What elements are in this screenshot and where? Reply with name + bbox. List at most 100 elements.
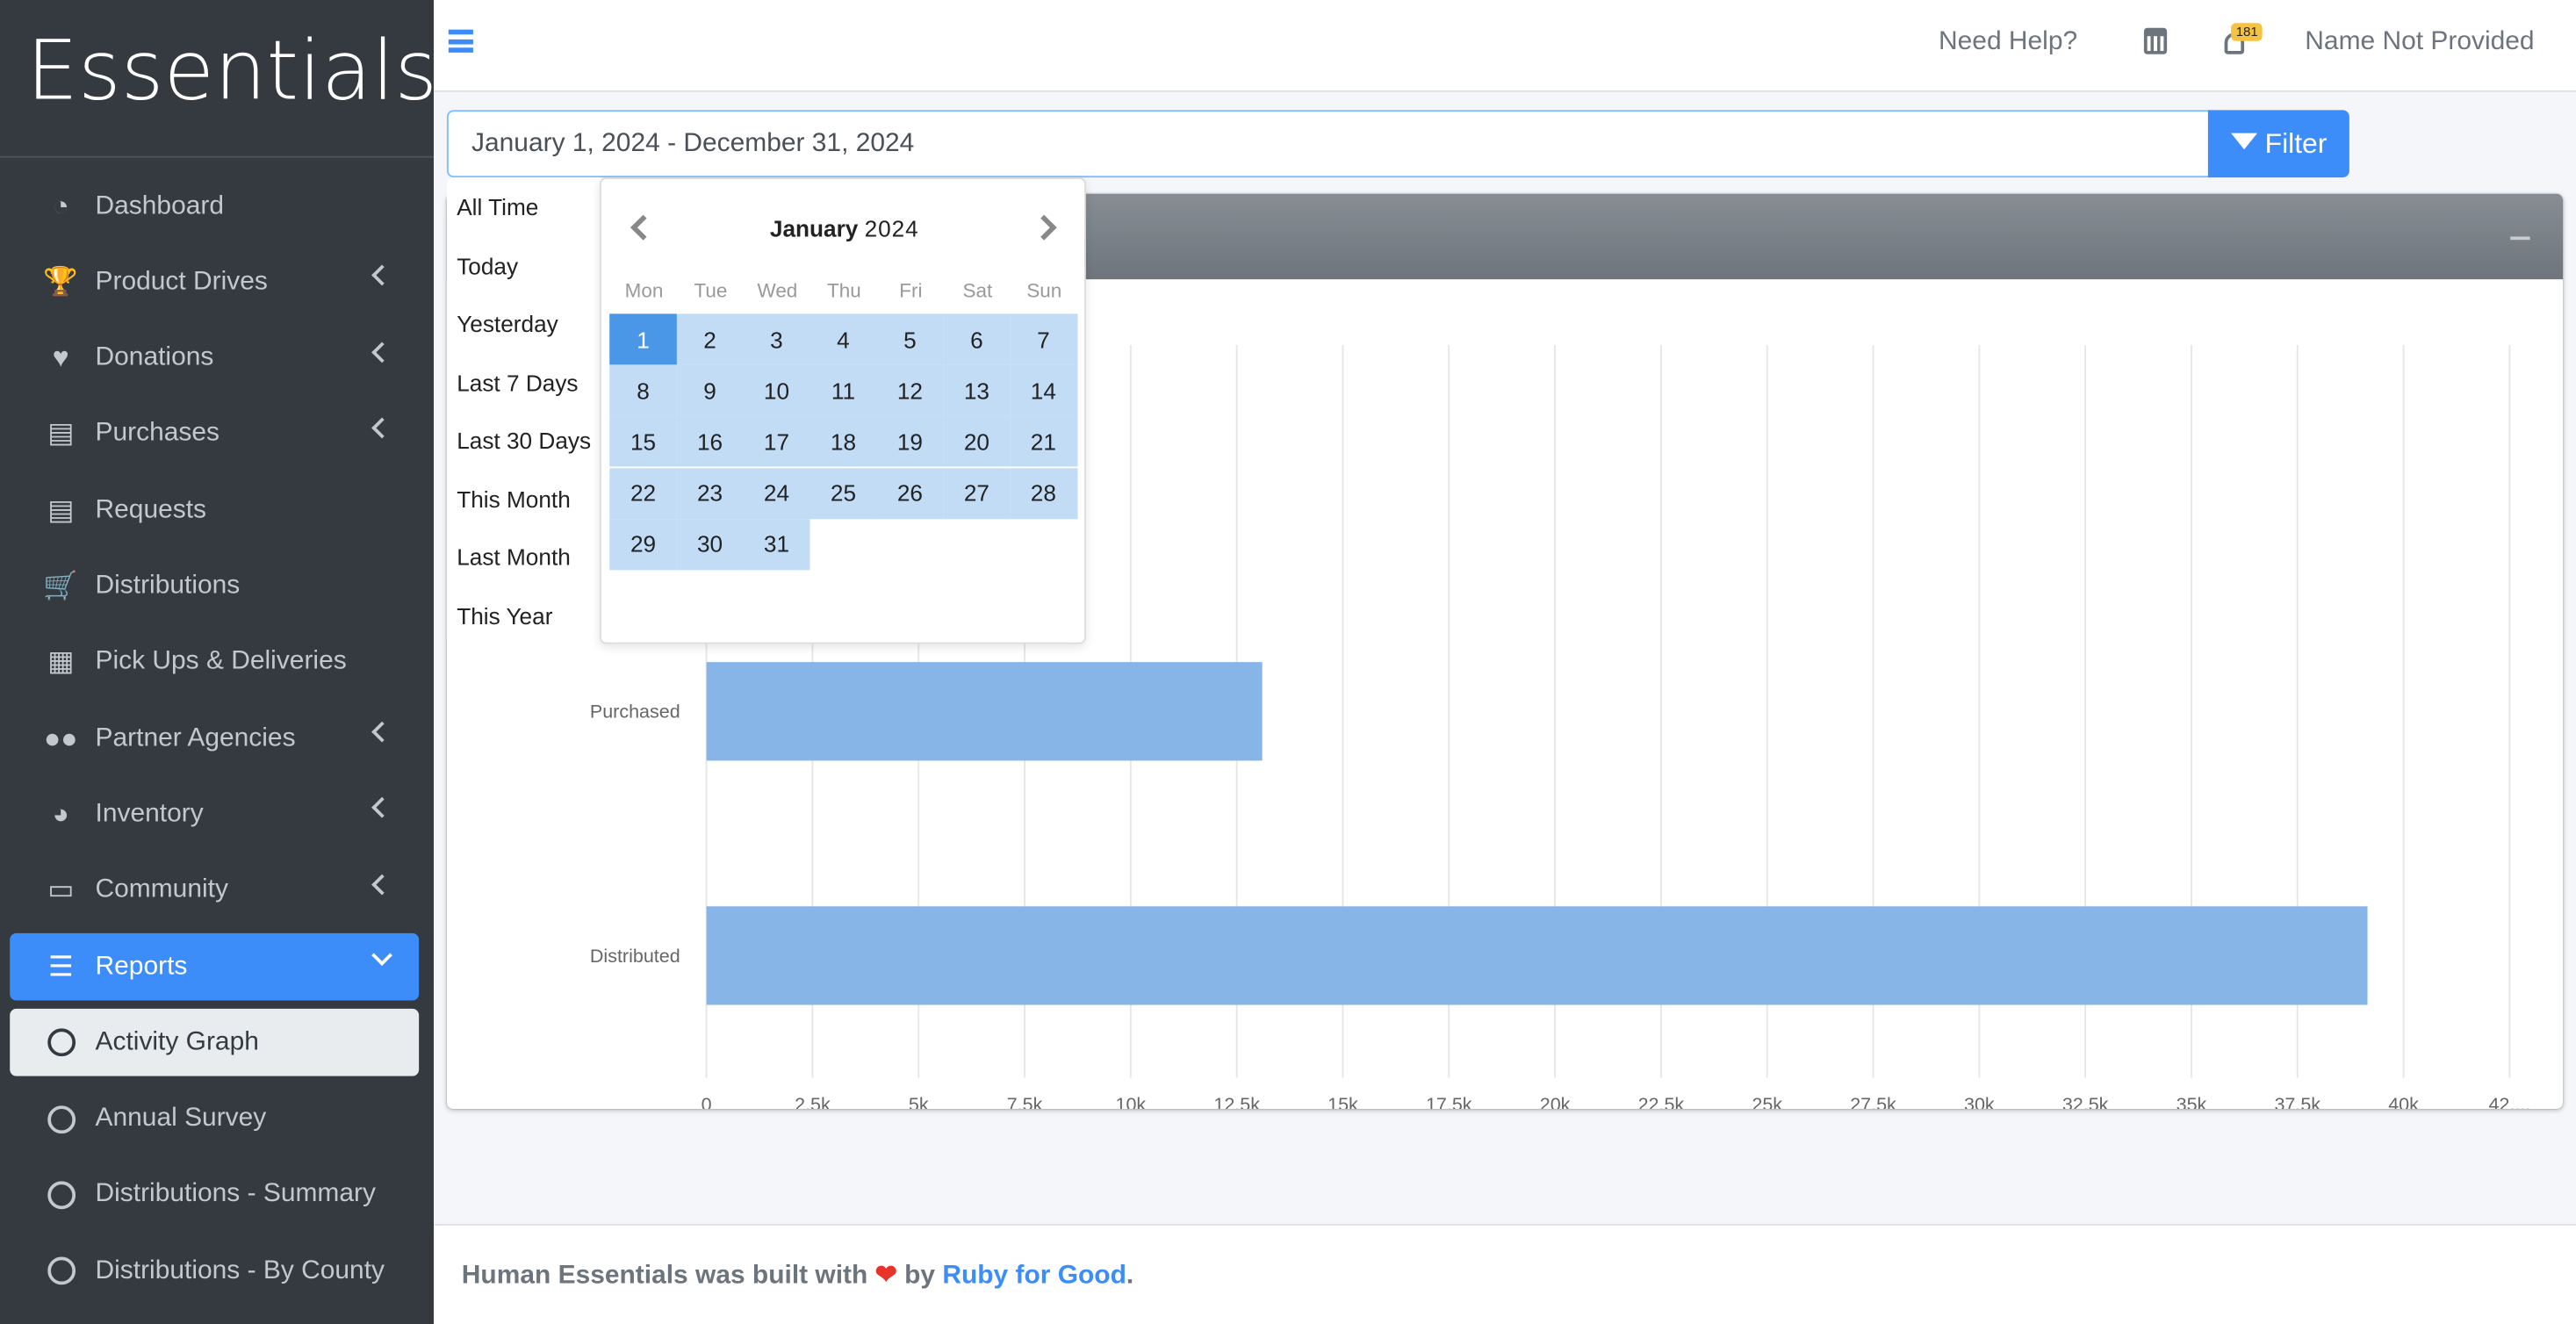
sidebar: Essentials ◔ Dashboard 🏆 Product Drives ♥ Don…: [0, 0, 437, 1324]
sidebar-item-distributions-summary[interactable]: Distributions - Summary: [10, 1162, 419, 1229]
x-tick-label: 2.5k: [795, 1094, 831, 1109]
calendar-day[interactable]: 15: [609, 416, 677, 468]
calendar-day[interactable]: 11: [809, 364, 877, 416]
range-option[interactable]: Last 30 Days: [457, 428, 591, 454]
tasks-icon: ☰: [47, 950, 74, 982]
calendar-day[interactable]: 1: [609, 313, 677, 365]
range-option[interactable]: Last 7 Days: [457, 369, 578, 395]
range-option[interactable]: Last Month: [457, 543, 571, 570]
calendar-day[interactable]: 3: [743, 313, 810, 365]
sidebar-item-donations[interactable]: ♥ Donations: [10, 325, 419, 392]
sidebar-item-distributions[interactable]: 🛒 Distributions: [10, 553, 419, 621]
range-option[interactable]: Yesterday: [457, 311, 558, 337]
range-option[interactable]: Today: [457, 252, 518, 278]
laptop-icon: ▭: [47, 874, 75, 906]
calendar-day[interactable]: 13: [943, 364, 1011, 416]
calendar-day[interactable]: 31: [743, 518, 810, 570]
calendar-day[interactable]: 16: [676, 416, 744, 468]
sidebar-item-product-drives[interactable]: 🏆 Product Drives: [10, 248, 419, 316]
calendar-day[interactable]: 24: [743, 467, 810, 519]
calendar-day[interactable]: 5: [876, 313, 944, 365]
collapse-minus-icon[interactable]: [2510, 236, 2530, 241]
weekday-label: Fri: [899, 279, 923, 303]
x-tick-label: 17.5k: [1426, 1094, 1472, 1109]
calendar-day[interactable]: 25: [809, 467, 877, 519]
sidebar-item-dashboard[interactable]: ◔ Dashboard: [10, 172, 419, 240]
footer-by: by: [904, 1262, 936, 1290]
sidebar-item-inventory[interactable]: ◕ Inventory: [10, 781, 419, 849]
calendar-day[interactable]: 14: [1010, 364, 1077, 416]
money-bill-icon: ▤: [47, 418, 75, 450]
calendar-day[interactable]: 12: [876, 364, 944, 416]
calendar-month-title: January 2024: [769, 215, 919, 242]
x-tick-label: 42....: [2488, 1094, 2530, 1109]
sidebar-item-label: Donations: [95, 343, 214, 372]
user-menu[interactable]: Name Not Provided: [2305, 28, 2534, 58]
calendar-icon[interactable]: [2143, 27, 2168, 54]
calendar-day[interactable]: 30: [676, 518, 744, 570]
calendar-day[interactable]: 20: [943, 416, 1011, 468]
calendar-day[interactable]: 10: [743, 364, 810, 416]
hamburger-menu-icon[interactable]: [448, 29, 473, 53]
calendar-day[interactable]: 18: [809, 416, 877, 468]
ruby-for-good-link[interactable]: Ruby for Good: [942, 1262, 1126, 1290]
range-option[interactable]: This Year: [457, 602, 552, 629]
calendar-day[interactable]: 6: [943, 313, 1011, 365]
calendar-day[interactable]: 29: [609, 518, 677, 570]
sidebar-item-requests[interactable]: ▤ Requests: [10, 477, 419, 544]
weekday-label: Sat: [962, 279, 993, 303]
sidebar-item-reports[interactable]: ☰ Reports: [10, 932, 420, 1001]
sidebar-item-label: Reports: [95, 952, 188, 981]
x-tick-label: 32.5k: [2062, 1094, 2109, 1109]
range-option[interactable]: This Month: [457, 486, 571, 512]
footer-text: Human Essentials was built with: [461, 1262, 868, 1290]
sidebar-item-pick-ups-deliveries[interactable]: ▦ Pick Ups & Deliveries: [10, 629, 419, 696]
sidebar-item-activity-graph[interactable]: Activity Graph: [10, 1009, 420, 1077]
calendar-day[interactable]: 21: [1010, 416, 1077, 468]
sidebar-item-label: Product Drives: [95, 267, 268, 296]
x-tick-label: 0: [702, 1094, 712, 1109]
top-navbar: Need Help? 181 Name Not Provided: [433, 0, 2576, 92]
calendar-day[interactable]: 22: [609, 467, 677, 519]
x-tick-label: 27.5k: [1850, 1094, 1896, 1109]
circle-icon: [43, 1105, 79, 1133]
sidebar-item-label: Dashboard: [95, 191, 225, 219]
calendar-day[interactable]: 8: [609, 364, 677, 416]
date-range-input[interactable]: January 1, 2024 - December 31, 2024: [446, 110, 2210, 178]
filter-button[interactable]: Filter: [2207, 110, 2349, 178]
sidebar-item-annual-survey[interactable]: Annual Survey: [10, 1085, 419, 1153]
trophy-icon: 🏆: [43, 265, 79, 298]
sidebar-item-label: Pick Ups & Deliveries: [95, 647, 347, 676]
users-icon: ●●: [43, 722, 78, 754]
weekday-label: Mon: [624, 279, 664, 303]
need-help-link[interactable]: Need Help?: [1939, 28, 2077, 58]
calendar-day[interactable]: 9: [676, 364, 744, 416]
calendar-day[interactable]: 7: [1010, 313, 1077, 365]
calendar-day[interactable]: 4: [809, 313, 877, 365]
calendar-day[interactable]: 23: [676, 467, 744, 519]
x-tick-label: 25k: [1752, 1094, 1782, 1109]
footer-suffix: .: [1126, 1262, 1134, 1290]
calendar-day[interactable]: 27: [943, 467, 1011, 519]
calendar-day[interactable]: 2: [676, 313, 744, 365]
logo[interactable]: Essentials: [26, 23, 437, 119]
chevron-icon: [371, 341, 392, 363]
y-category-label: Distributed: [590, 946, 680, 967]
sidebar-item-partner-agencies[interactable]: ●● Partner Agencies: [10, 705, 419, 773]
calendar-day[interactable]: 28: [1010, 467, 1077, 519]
sidebar-item-label: Distributions: [95, 572, 241, 600]
calendar-day[interactable]: 26: [876, 467, 944, 519]
chevron-icon: [371, 265, 392, 286]
x-tick-label: 12.5k: [1213, 1094, 1260, 1109]
range-option[interactable]: All Time: [457, 194, 538, 220]
sidebar-item-purchases[interactable]: ▤ Purchases: [10, 400, 419, 468]
calendar: January 2024 Mon Tue Wed Thu Fri Sat Sun 1 2 3 4 5 6…: [599, 177, 1086, 644]
sidebar-item-label: Inventory: [95, 800, 204, 828]
sidebar-item-community[interactable]: ▭ Community: [10, 857, 419, 925]
sidebar-item-distributions-by-county[interactable]: Distributions - By County: [10, 1237, 419, 1305]
circle-icon: [43, 1256, 79, 1285]
calendar-day[interactable]: 19: [876, 416, 944, 468]
sidebar-item-label: Distributions - By County: [95, 1256, 385, 1284]
calendar-day[interactable]: 17: [743, 416, 810, 468]
sidebar-item-label: Distributions - Summary: [95, 1180, 376, 1209]
